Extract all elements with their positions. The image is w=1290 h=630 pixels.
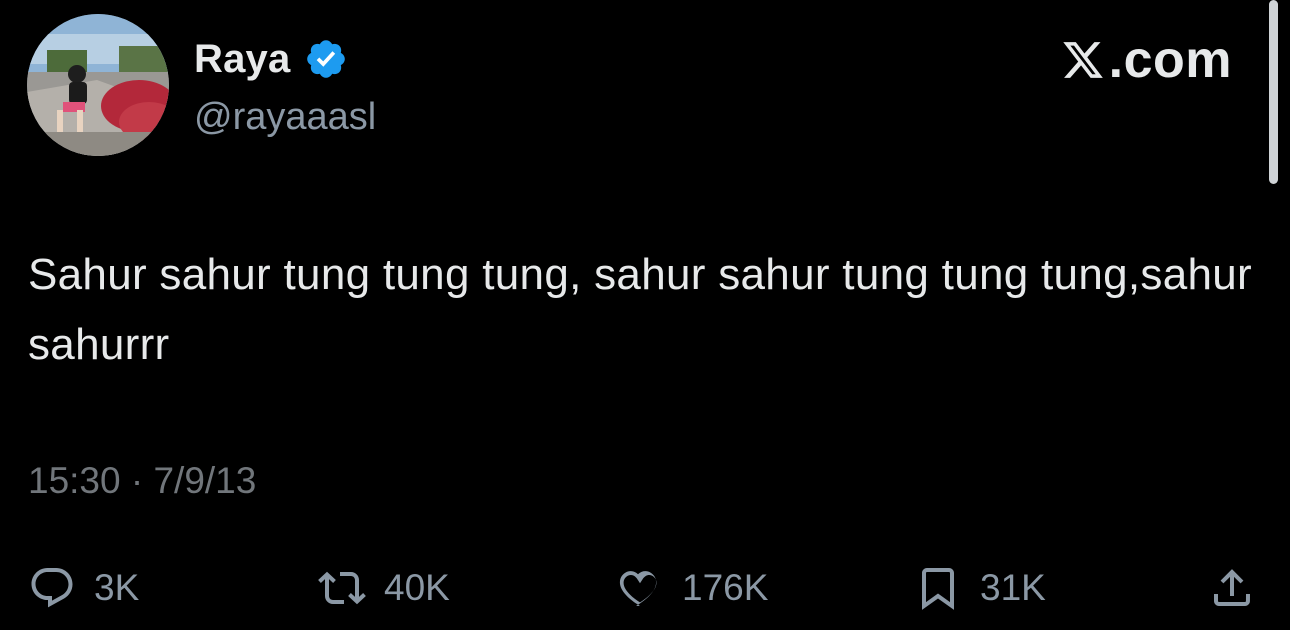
reply-button[interactable]: 3K	[28, 560, 139, 616]
reply-icon	[28, 564, 76, 612]
brand-label: .com	[1108, 31, 1232, 89]
heart-icon	[616, 564, 664, 612]
like-count: 176K	[682, 567, 769, 608]
tweet-text: Sahur sahur tung tung tung, sahur sahur …	[28, 250, 1252, 369]
x-logo-icon	[1061, 37, 1105, 83]
retweet-count: 40K	[384, 567, 450, 608]
bookmark-count: 31K	[980, 567, 1046, 608]
brand-logo: .com	[1061, 30, 1232, 90]
reply-count: 3K	[94, 567, 140, 608]
like-button[interactable]: 176K	[616, 560, 768, 616]
verified-badge-icon	[304, 37, 348, 81]
author-row: Raya	[194, 34, 348, 84]
retweet-button[interactable]: 40K	[318, 560, 450, 616]
user-handle[interactable]: @rayaaasl	[194, 96, 376, 139]
display-name[interactable]: Raya	[194, 37, 290, 82]
tweet-card: Raya @rayaaasl .com Sahur sahur tung tun…	[0, 0, 1290, 630]
scrollbar[interactable]	[1269, 0, 1278, 184]
avatar-image	[27, 14, 169, 156]
tweet-timestamp[interactable]: 15:30 · 7/9/13	[28, 460, 256, 502]
bookmark-button[interactable]: 31K	[914, 560, 1046, 616]
share-icon	[1208, 564, 1256, 612]
share-button[interactable]	[1208, 560, 1256, 616]
action-bar: 3K 40K 176K 31K	[28, 560, 1268, 620]
bookmark-icon	[914, 564, 962, 612]
retweet-icon	[318, 564, 366, 612]
avatar[interactable]	[27, 14, 169, 156]
